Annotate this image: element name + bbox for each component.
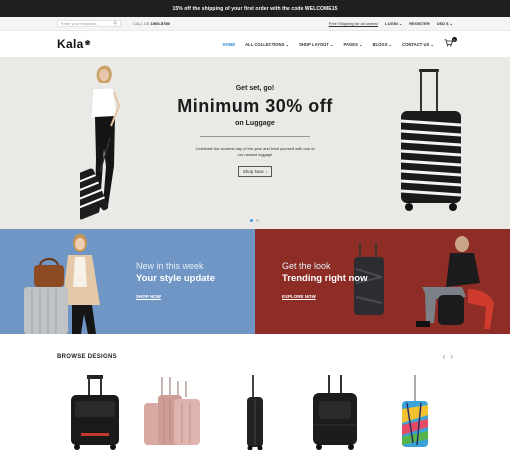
nav-item-blogs[interactable]: BLOGS ⌄ — [373, 42, 393, 47]
product-card[interactable] — [57, 373, 133, 450]
chevron-left-icon[interactable]: ‹ — [443, 352, 446, 361]
product-carousel — [57, 373, 453, 450]
explore-now-link[interactable]: EXPLORE NOW — [282, 294, 368, 299]
product-card[interactable] — [137, 373, 213, 450]
promo-line1: New in this week — [136, 261, 204, 271]
promo-line2: Trending right now — [282, 273, 368, 284]
promo-line1: Get the look — [282, 261, 331, 271]
cart-icon[interactable]: 0 — [444, 37, 457, 49]
nav-item-label: CONTACT US — [402, 41, 430, 47]
product-image — [71, 375, 119, 450]
logo-text: Kala — [57, 37, 84, 51]
product-card[interactable] — [217, 373, 293, 450]
product-image — [402, 375, 428, 447]
currency-select[interactable]: USD $ ⌄ — [437, 21, 453, 26]
search-input[interactable]: Enter your keyword... ⚲ — [57, 20, 121, 27]
chevron-right-icon: › — [265, 169, 268, 174]
nav-item-label: SHOP LAYOUT — [299, 41, 329, 47]
promo-line2: Your style update — [136, 273, 216, 284]
slider-dot[interactable] — [250, 219, 253, 222]
nav-item-all-collections[interactable]: ALL COLLECTIONS ⌄ — [245, 42, 289, 47]
chevron-down-icon: ⌄ — [387, 41, 393, 47]
promo-banners: New in this week Your style update SHOP … — [0, 229, 510, 334]
chevron-down-icon: ⌄ — [357, 41, 363, 47]
search-icon[interactable]: ⚲ — [113, 21, 117, 27]
nav-item-contact-us[interactable]: CONTACT US ⌄ — [402, 42, 434, 47]
login-link[interactable]: LOGIN ⌄ — [385, 21, 402, 26]
call-label: CALL US — [133, 21, 150, 26]
product-card[interactable] — [377, 373, 453, 450]
nav-item-home[interactable]: HOME — [223, 42, 236, 47]
hero-headline: Minimum 30% off — [177, 96, 333, 116]
promo-look-image — [350, 229, 500, 334]
chevron-down-icon: ⌄ — [449, 21, 453, 26]
chevron-down-icon: ⌄ — [284, 41, 290, 47]
call-us: CALL US 1500-5789 — [133, 21, 170, 26]
chevron-down-icon: ⌄ — [328, 41, 334, 47]
nav-item-label: PAGES — [343, 41, 358, 47]
chevron-down-icon: ⌄ — [429, 41, 434, 47]
nav-item-shop-layout[interactable]: SHOP LAYOUT ⌄ — [299, 42, 333, 47]
cart-count-badge: 0 — [452, 37, 457, 42]
nav-item-pages[interactable]: PAGES ⌄ — [344, 42, 363, 47]
chevron-right-icon[interactable]: › — [450, 352, 453, 361]
product-image — [313, 375, 357, 450]
announcement-bar: 15% off the shipping of your first order… — [0, 0, 510, 17]
hero-subtitle: on Luggage — [235, 120, 275, 127]
shop-now-link[interactable]: SHOP NOW — [136, 294, 215, 299]
promo-banner-look[interactable]: Get the look Trending right now EXPLORE … — [255, 229, 510, 334]
logo[interactable]: Kala ❀ — [57, 37, 91, 51]
slider-dots — [250, 219, 259, 222]
announcement-text: 15% off the shipping of your first order… — [172, 5, 338, 12]
register-link[interactable]: REGISTER — [409, 21, 429, 26]
call-number: 1500-5789 — [150, 21, 170, 26]
nav-item-label: HOME — [222, 41, 236, 47]
utility-bar: Enter your keyword... ⚲ CALL US 1500-578… — [0, 17, 510, 31]
product-image — [144, 377, 200, 445]
section-title: BROWSE DESIGNS — [57, 353, 117, 360]
free-shipping-link[interactable]: Free Shipping for all orders! — [329, 21, 378, 26]
promo-banner-new[interactable]: New in this week Your style update SHOP … — [0, 229, 255, 334]
shop-now-label: Shop Now — [242, 169, 264, 174]
product-image — [247, 375, 263, 450]
logo-mark-icon: ❀ — [84, 40, 91, 47]
product-card[interactable] — [297, 373, 373, 450]
search-placeholder: Enter your keyword... — [61, 21, 99, 26]
shop-now-button[interactable]: Shop Now › — [237, 166, 273, 177]
nav-item-label: BLOGS — [372, 41, 388, 47]
main-nav: Kala ❀ HOME ALL COLLECTIONS ⌄ SHOP LAYOUT … — [0, 31, 510, 57]
nav-item-label: ALL COLLECTIONS — [245, 41, 285, 47]
nav-menu: HOME ALL COLLECTIONS ⌄ SHOP LAYOUT ⌄ PAGES … — [223, 42, 434, 47]
hero-slider: Get set, go! Minimum 30% off on Luggage … — [0, 57, 510, 229]
chevron-down-icon: ⌄ — [398, 21, 403, 26]
slider-dot[interactable] — [256, 219, 259, 222]
hero-description: Celebrate the scariest day of the year a… — [195, 146, 315, 157]
hero-divider — [200, 136, 310, 137]
hero-pretitle: Get set, go! — [235, 85, 275, 92]
browse-designs-section: BROWSE DESIGNS ‹ › — [0, 334, 510, 450]
